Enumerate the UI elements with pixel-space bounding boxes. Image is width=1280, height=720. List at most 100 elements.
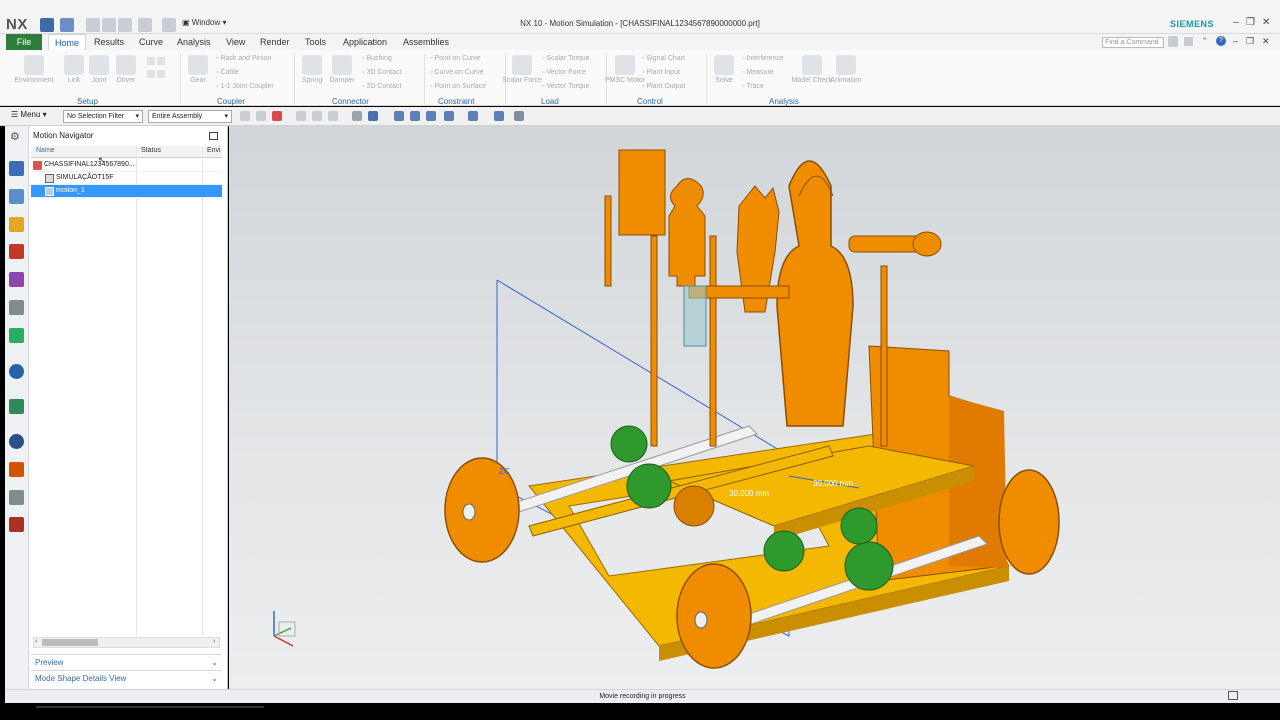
3d-contact-button[interactable]: ▫ 3D Contact [362,69,401,76]
driver-button[interactable]: Driver [104,55,148,84]
vector-force-button[interactable]: ▫ Vector Force [542,69,586,76]
snap-icon[interactable] [240,111,250,121]
cable-button[interactable]: ▫ Cable [216,69,239,76]
scroll-left-icon[interactable]: ‹ [35,638,37,645]
collapse-ribbon-icon[interactable]: ⌃ [1201,36,1209,47]
joint-coupler-button[interactable]: ▫ 1-1 Joint Coupler [216,83,274,90]
command-finder-icon[interactable] [1168,36,1178,47]
column-environment[interactable]: Envi [207,147,221,158]
system-materials-icon[interactable] [9,399,24,414]
signal-chart-button[interactable]: ▫ Signal Chart [642,55,685,62]
display-mode-icon[interactable] [468,111,478,121]
close-icon[interactable]: ✕ [1262,17,1270,28]
history-icon[interactable] [9,364,24,379]
tree-row[interactable]: SIMULAÇÃOT15F [31,172,222,185]
tab-curve[interactable]: Curve [133,34,169,50]
show-hide-icon[interactable] [514,111,524,121]
animation-button[interactable]: Animation [824,55,868,84]
rotate-icon[interactable] [426,111,436,121]
shaded-icon[interactable] [368,111,378,121]
2d-contact-button[interactable]: ▫ 2D Contact [362,83,401,90]
tab-analysis[interactable]: Analysis [171,34,217,50]
environment-button[interactable]: Environment [12,55,56,84]
scroll-right-icon[interactable]: › [213,638,215,645]
setup-small-icons[interactable] [146,56,172,92]
snap-point-icon[interactable] [256,111,266,121]
select-face-icon[interactable] [312,111,322,121]
find-command-input[interactable]: Find a Command [1102,37,1164,48]
web-browser-icon[interactable] [9,328,24,343]
wheel-hub [694,611,708,629]
mode-shape-section[interactable]: Mode Shape Details View ⌄ [31,670,222,685]
assembly-navigator-icon[interactable] [9,189,24,204]
settings-gear-icon[interactable]: ⚙ [10,130,20,143]
rack-and-pinion-button[interactable]: ▫ Rack and Pinion [216,55,271,62]
fullscreen-icon[interactable] [1228,691,1238,700]
trace-button[interactable]: ▫ Trace [742,83,764,90]
tab-tools[interactable]: Tools [299,34,332,50]
tab-application[interactable]: Application [337,34,393,50]
tab-view[interactable]: View [220,34,251,50]
group-control-label: Control [637,97,663,106]
roles-icon[interactable] [9,517,24,532]
selection-box-icon[interactable] [328,111,338,121]
restore-icon[interactable]: ❐ [1246,17,1255,28]
point-on-surface-button[interactable]: ▫ Point on Surface [430,83,486,90]
tab-assemblies[interactable]: Assemblies [397,34,455,50]
manufacturing-wizards-icon[interactable] [9,490,24,505]
interference-button[interactable]: ▫ Interference [742,55,784,62]
maximize-panel-icon[interactable] [209,132,218,140]
select-feature-icon[interactable] [272,111,282,121]
menu-button[interactable]: ☰ Menu ▾ [11,110,47,119]
hd3d-tools-icon[interactable] [9,300,24,315]
tab-render[interactable]: Render [254,34,296,50]
tab-results[interactable]: Results [88,34,130,50]
ribbon-options-icon[interactable] [1184,37,1193,46]
motion-navigator-tab-icon[interactable] [9,161,24,176]
preview-section[interactable]: Preview ⌄ [31,654,222,669]
zoom-icon[interactable] [410,111,420,121]
doc-restore-icon[interactable]: ❐ [1246,36,1254,47]
plant-output-button[interactable]: ▫ Plant Output [642,83,685,90]
assembly-scope-dropdown[interactable]: Entire Assembly ▾ [148,110,232,123]
select-body-icon[interactable] [296,111,306,121]
damper-button[interactable]: Damper [320,55,364,84]
gear-button[interactable]: Gear [176,55,220,84]
scalar-torque-button[interactable]: ▫ Scalar Torque [542,55,590,62]
wheel-front-right [998,469,1060,575]
constraint-navigator-icon[interactable] [9,217,24,232]
tree-row[interactable]: CHASSIFINAL1234567890... [31,159,222,172]
help-icon[interactable]: ? [1216,36,1226,46]
vector-torque-button[interactable]: ▫ Vector Torque [542,83,590,90]
work-layer-icon[interactable] [494,111,504,121]
damper-icon [332,55,352,75]
fit-icon[interactable] [394,111,404,121]
doc-minimize-icon[interactable]: – [1233,36,1238,46]
column-name[interactable]: Name [36,147,55,158]
doc-close-icon[interactable]: ✕ [1262,36,1270,47]
solve-button[interactable]: Solve [702,55,746,84]
tab-home[interactable]: Home [48,34,87,50]
scrollbar-thumb[interactable] [42,639,98,646]
measure-button[interactable]: ▫ Measure [742,69,774,76]
bushing-button[interactable]: ▫ Bushing [362,55,392,62]
tab-file[interactable]: File [6,34,42,50]
gear-icon [188,55,208,75]
point-on-curve-button[interactable]: ▫ Point on Curve [430,55,481,62]
render-style-icon[interactable] [352,111,362,121]
pmsc-motor-button[interactable]: PMSC Motor [603,55,647,84]
curve-on-curve-button[interactable]: ▫ Curve on Curve [430,69,483,76]
orient-view-icon[interactable] [444,111,454,121]
column-status[interactable]: Status [141,147,161,158]
part-navigator-icon[interactable] [9,244,24,259]
reuse-library-icon[interactable] [9,272,24,287]
selection-filter-dropdown[interactable]: No Selection Filter ▾ [63,110,143,123]
minimize-icon[interactable]: – [1233,17,1239,28]
process-studio-icon[interactable] [9,462,24,477]
clock-icon[interactable] [9,434,24,449]
graphics-window[interactable]: 30.000 mm 30.000 mm ZC [229,126,1280,689]
scalar-force-button[interactable]: Scalar Force [500,55,544,84]
plant-input-button[interactable]: ▫ Plant Input [642,69,680,76]
mechanism-model[interactable]: 30.000 mm 30.000 mm ZC [229,126,1280,689]
tree-row-selected[interactable]: motion_1 [31,185,222,198]
